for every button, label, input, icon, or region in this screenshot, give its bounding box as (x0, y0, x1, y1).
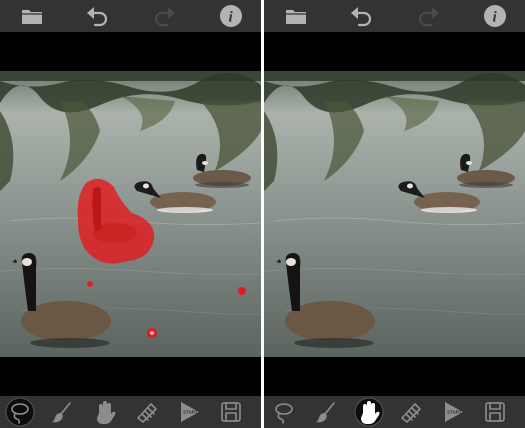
hand-icon[interactable] (354, 397, 384, 427)
pond-photo (0, 71, 261, 357)
info-icon[interactable]: i (218, 3, 244, 29)
start-icon[interactable]: START (174, 397, 204, 427)
undo-icon[interactable] (84, 3, 110, 29)
bottom-toolbar: START (264, 396, 525, 428)
pond-photo (264, 71, 525, 357)
start-label: START (183, 410, 198, 415)
save-icon[interactable] (480, 397, 510, 427)
start-icon[interactable]: START (438, 397, 468, 427)
undo-icon[interactable] (348, 3, 374, 29)
eraser-icon[interactable] (395, 397, 425, 427)
redo-icon[interactable] (416, 3, 442, 29)
folder-icon[interactable] (283, 3, 309, 29)
lasso-icon[interactable] (5, 397, 35, 427)
screen-right-after: i START (264, 0, 525, 428)
top-toolbar: i (0, 0, 261, 32)
save-icon[interactable] (216, 397, 246, 427)
info-icon[interactable]: i (482, 3, 508, 29)
lasso-icon[interactable] (269, 397, 299, 427)
folder-icon[interactable] (19, 3, 45, 29)
redo-icon[interactable] (152, 3, 178, 29)
start-label: START (447, 410, 462, 415)
bottom-toolbar: START (0, 396, 261, 428)
top-toolbar: i (264, 0, 525, 32)
brush-icon[interactable] (311, 397, 341, 427)
screen-left-before: i START (0, 0, 261, 428)
brush-icon[interactable] (47, 397, 77, 427)
hand-icon[interactable] (90, 397, 120, 427)
eraser-icon[interactable] (131, 397, 161, 427)
